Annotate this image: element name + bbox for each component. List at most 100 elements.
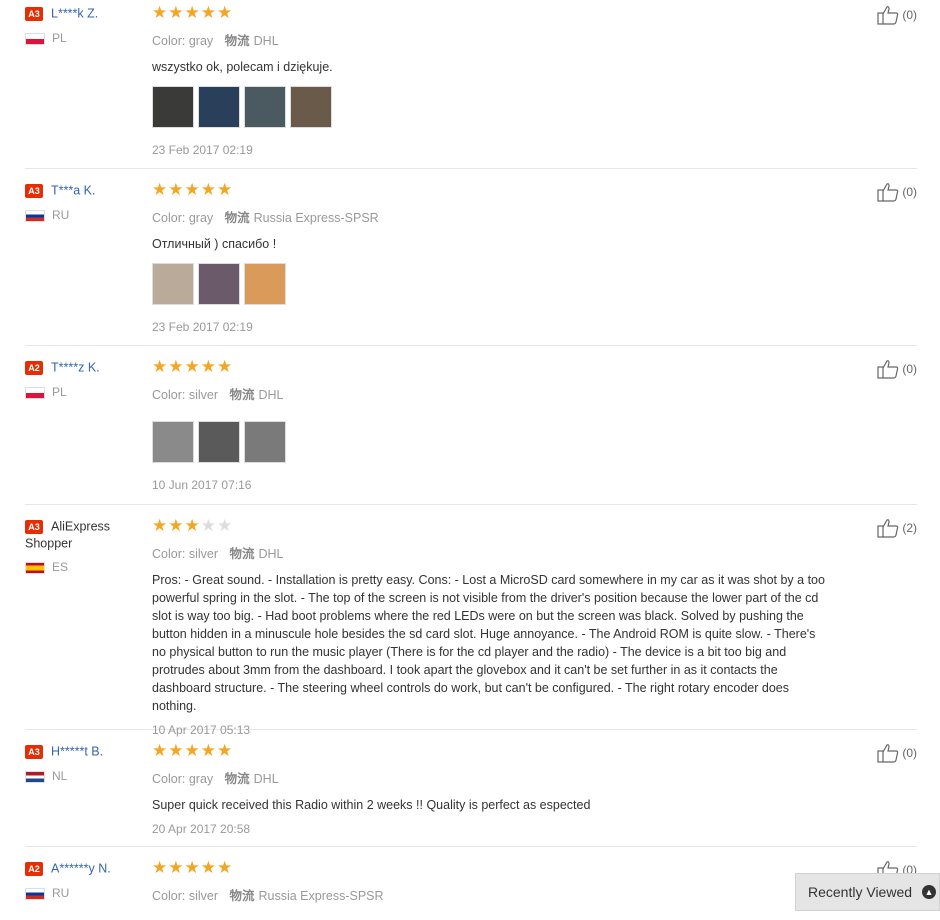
buyer-level-badge: A2 [25, 861, 43, 876]
review-text: Super quick received this Radio within 2… [152, 798, 591, 812]
helpful-button[interactable]: (0) [877, 743, 917, 763]
color-label: Color: [152, 34, 186, 48]
reviewer-country: RU [25, 208, 147, 222]
reviewer-info: A2 T****z K. PL [25, 359, 147, 399]
shipping-value: DHL [253, 34, 279, 48]
es-flag-icon [25, 562, 45, 575]
order-attributes: Color: silver 物流 Russia Express-SPSR [152, 885, 832, 904]
review-body: ★★★★★ Color: silver 物流 Russia Express-SPS… [152, 859, 832, 904]
shipping-value: Russia Express-SPSR [253, 211, 379, 225]
color-value: gray [188, 772, 214, 786]
helpful-count: (0) [902, 8, 917, 22]
shipping-value: DHL [258, 547, 284, 561]
shipping-label: 物流 [229, 547, 255, 561]
ru-flag-icon [25, 209, 45, 222]
thumbs-up-icon[interactable] [877, 518, 899, 538]
review-photo-thumbnail[interactable] [152, 421, 194, 463]
helpful-button[interactable]: (0) [877, 182, 917, 202]
thumbs-up-icon[interactable] [877, 743, 899, 763]
shipping-value: DHL [253, 772, 279, 786]
star-rating: ★★★★★ [152, 741, 832, 760]
nl-flag-icon [25, 770, 45, 783]
star-on-icons: ★★★★★ [152, 741, 234, 760]
buyer-level-badge: A3 [25, 183, 43, 198]
review-date: 10 Jun 2017 07:16 [152, 478, 252, 492]
buyer-level-badge: A3 [25, 6, 43, 21]
reviewer-name[interactable]: T***a K. [51, 184, 95, 198]
pl-flag-icon [25, 386, 45, 399]
review-photo-thumbnail[interactable] [290, 86, 332, 128]
color-label: Color: [152, 547, 186, 561]
helpful-count: (0) [902, 746, 917, 760]
review-body: ★★★★★ Color: gray 物流 DHL Super quick rece… [152, 741, 832, 836]
reviewer-country: PL [25, 385, 147, 399]
star-rating: ★★★★★ [152, 4, 832, 21]
review-date: 20 Apr 2017 20:58 [152, 822, 251, 836]
helpful-button[interactable]: (0) [877, 359, 917, 379]
review-photo-thumbnail[interactable] [244, 86, 286, 128]
thumbs-up-icon[interactable] [877, 359, 899, 379]
country-code: ES [52, 560, 69, 575]
reviewer-name[interactable]: L****k Z. [51, 7, 98, 21]
shipping-label: 物流 [229, 889, 255, 903]
review-photo-thumbnail[interactable] [152, 263, 194, 305]
review-photo-thumbnail[interactable] [198, 263, 240, 305]
helpful-count: (0) [902, 185, 917, 199]
reviewer-info: A3 L****k Z. PL [25, 5, 147, 45]
review-photo-thumbnail[interactable] [198, 86, 240, 128]
review-item: A3 H*****t B. NL ★★★★★ Color: gray 物流 DHL … [25, 741, 917, 847]
color-label: Color: [152, 211, 186, 225]
helpful-count: (0) [902, 362, 917, 376]
thumbs-up-icon[interactable] [877, 182, 899, 202]
country-code: RU [52, 207, 70, 222]
star-rating: ★★★★★ [152, 357, 832, 376]
order-attributes: Color: silver 物流 DHL [152, 543, 832, 562]
review-item: A3 L****k Z. PL ★★★★★ Color: gray 物流 DHL w… [25, 4, 917, 169]
chevron-up-icon[interactable]: ▲ [922, 885, 936, 899]
review-item: A3 AliExpress Shopper ES ★★★★★ Color: sil… [25, 517, 917, 737]
reviewer-name[interactable]: A******y N. [51, 862, 111, 876]
country-code: RU [52, 885, 70, 900]
helpful-button[interactable]: (0) [877, 5, 917, 25]
recently-viewed-button[interactable]: Recently Viewed ▲ [795, 873, 940, 911]
color-label: Color: [152, 889, 186, 903]
reviewer-name[interactable]: T****z K. [51, 361, 100, 375]
reviewer-name[interactable]: H*****t B. [51, 745, 103, 759]
ru-flag-icon [25, 887, 45, 900]
buyer-level-badge: A3 [25, 519, 43, 534]
star-rating: ★★★★★ [152, 859, 832, 876]
reviewer-info: A3 H*****t B. NL [25, 743, 147, 783]
shipping-value: Russia Express-SPSR [258, 889, 384, 903]
reviewer-country: RU [25, 886, 147, 900]
review-body: ★★★★★ Color: gray 物流 Russia Express-SPSR … [152, 180, 832, 334]
color-value: gray [188, 211, 214, 225]
color-value: gray [188, 34, 214, 48]
review-photo-thumbnail[interactable] [152, 86, 194, 128]
recently-viewed-label: Recently Viewed [808, 884, 913, 900]
color-value: silver [188, 889, 218, 903]
thumbs-up-icon[interactable] [877, 5, 899, 25]
shipping-value: DHL [258, 388, 284, 402]
review-date: 23 Feb 2017 02:19 [152, 320, 253, 334]
star-on-icons: ★★★★★ [152, 357, 234, 376]
color-value: silver [188, 388, 218, 402]
reviewer-country: NL [25, 769, 147, 783]
helpful-button[interactable]: (2) [877, 518, 917, 538]
review-text: Отличный ) спасибо ! [152, 237, 277, 251]
reviewer-info: A3 T***a K. RU [25, 182, 147, 222]
star-on-icons: ★★★★★ [152, 180, 234, 199]
review-photos [152, 421, 832, 463]
review-photo-thumbnail[interactable] [198, 421, 240, 463]
review-body: ★★★★★ Color: gray 物流 DHL wszystko ok, pol… [152, 4, 832, 157]
review-body: ★★★★★ Color: silver 物流 DHL 10 Jun 2017 07… [152, 357, 832, 492]
country-code: PL [52, 30, 67, 45]
reviewer-country: PL [25, 31, 147, 45]
order-attributes: Color: gray 物流 DHL [152, 768, 832, 787]
review-item: A3 T***a K. RU ★★★★★ Color: gray 物流 Russia… [25, 180, 917, 346]
review-photo-thumbnail[interactable] [244, 263, 286, 305]
review-item: A2 A******y N. RU ★★★★★ Color: silver 物流 R… [25, 859, 917, 920]
review-item: A2 T****z K. PL ★★★★★ Color: silver 物流 DHL… [25, 357, 917, 505]
review-body: ★★★★★ Color: silver 物流 DHL Pros: - Great … [152, 517, 832, 737]
review-photo-thumbnail[interactable] [244, 421, 286, 463]
review-text: Pros: - Great sound. - Installation is p… [152, 573, 825, 713]
